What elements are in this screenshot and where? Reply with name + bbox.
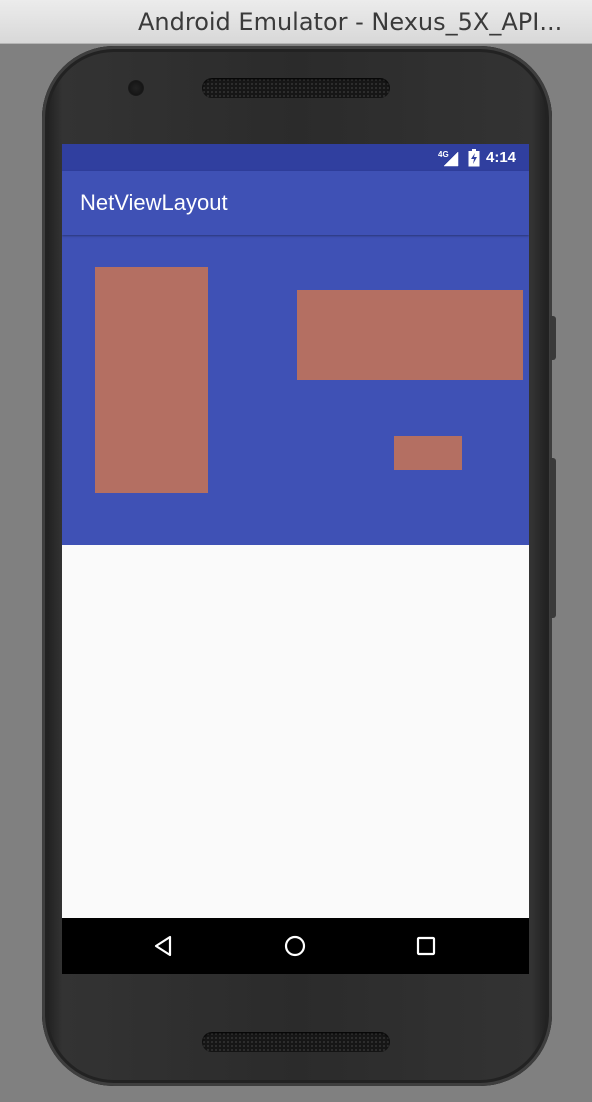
volume-rocker[interactable]	[550, 458, 556, 618]
app-title: NetViewLayout	[80, 190, 228, 215]
cellular-signal-icon: 4G	[438, 150, 459, 167]
network-type-label: 4G	[438, 150, 449, 159]
back-triangle-icon[interactable]	[150, 932, 178, 960]
recents-square-icon[interactable]	[412, 932, 440, 960]
battery-charging-icon	[468, 149, 480, 167]
front-camera-icon	[128, 80, 144, 96]
emulator-title-bar: Android Emulator - Nexus_5X_API...	[0, 0, 592, 44]
window-title: Android Emulator - Nexus_5X_API...	[138, 8, 563, 36]
net-view-block	[95, 267, 208, 493]
net-view-block	[297, 290, 523, 380]
top-speaker-grille	[202, 78, 390, 98]
home-circle-icon[interactable]	[281, 932, 309, 960]
power-button[interactable]	[550, 316, 556, 360]
navigation-bar	[62, 918, 529, 974]
device-screen: 4G 4:14 NetViewLayout	[62, 144, 529, 974]
net-view-layout	[62, 235, 529, 545]
app-toolbar: NetViewLayout	[62, 171, 529, 235]
net-view-block	[394, 436, 462, 470]
status-bar: 4G 4:14	[62, 144, 529, 171]
status-clock: 4:14	[486, 149, 517, 166]
bottom-speaker-grille	[202, 1032, 390, 1052]
